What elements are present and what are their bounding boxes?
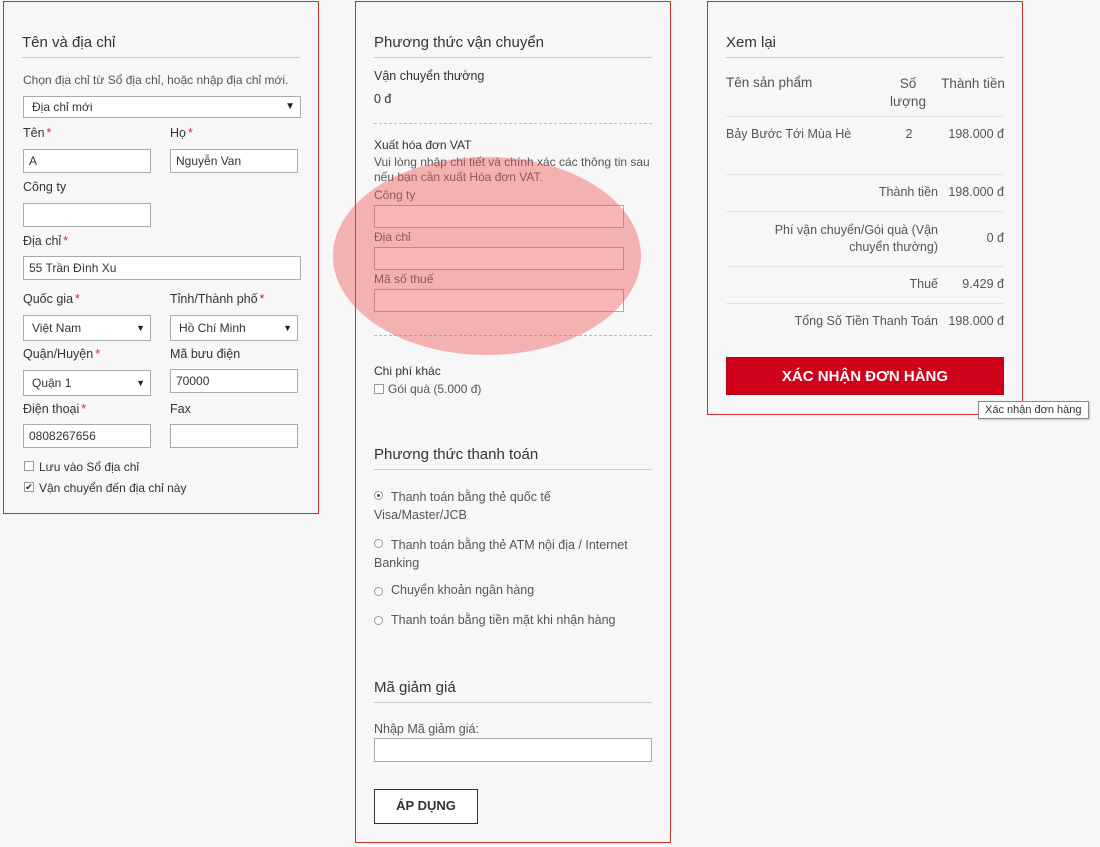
district-label: Quận/Huyện * bbox=[23, 347, 101, 361]
confirm-order-tooltip: Xác nhận đơn hàng bbox=[978, 401, 1089, 419]
gift-wrap-label: Gói quà (5.000 đ) bbox=[388, 382, 482, 396]
vat-address-label: Địa chỉ bbox=[374, 230, 411, 244]
vat-hint: Vui lòng nhập chi tiết và chính xác các … bbox=[374, 155, 650, 184]
shipping-fee-label: Phí vận chuyển/Gói quà (Vận chuyển thườn… bbox=[774, 223, 938, 254]
coupon-label: Nhập Mã giảm giá: bbox=[374, 722, 479, 736]
shipping-fee-value: 0 đ bbox=[986, 231, 1004, 245]
fax-label: Fax bbox=[170, 402, 191, 416]
chevron-down-icon: ▼ bbox=[136, 323, 145, 333]
col-product-header: Tên sản phẩm bbox=[726, 75, 813, 90]
review-panel: Xem lại Tên sản phẩm Số lượng Thành tiền… bbox=[707, 1, 1023, 415]
city-label: Tỉnh/Thành phố * bbox=[170, 292, 265, 306]
vat-tax-input[interactable] bbox=[374, 289, 624, 312]
district-select-value: Quận 1 bbox=[32, 376, 72, 390]
subtotal-value: 198.000 đ bbox=[948, 185, 1004, 199]
shipping-panel: Phương thức vận chuyển Vận chuyển thường… bbox=[355, 1, 671, 843]
chevron-down-icon: ▼ bbox=[283, 323, 292, 333]
address-title: Tên và địa chỉ bbox=[22, 34, 300, 58]
divider bbox=[726, 174, 1004, 175]
postcode-input[interactable]: 70000 bbox=[170, 369, 298, 393]
country-select-value: Việt Nam bbox=[32, 321, 82, 335]
confirm-order-button[interactable]: XÁC NHẬN ĐƠN HÀNG bbox=[726, 357, 1004, 395]
col-qty-header: Số lượng bbox=[890, 76, 926, 109]
payment-option-radio[interactable] bbox=[374, 587, 383, 596]
ship-here-checkbox[interactable]: ✔ bbox=[24, 482, 34, 492]
payment-option-label: Thanh toán bằng thẻ quốc tế Visa/Master/… bbox=[374, 490, 551, 522]
last-name-label: Họ * bbox=[170, 126, 193, 140]
shipping-title: Phương thức vận chuyển bbox=[374, 34, 652, 58]
payment-title: Phương thức thanh toán bbox=[374, 446, 652, 470]
tax-value: 9.429 đ bbox=[962, 277, 1004, 291]
grand-total-value: 198.000 đ bbox=[948, 314, 1004, 328]
last-name-input[interactable]: Nguyễn Van bbox=[170, 149, 298, 173]
payment-option-radio[interactable] bbox=[374, 616, 383, 625]
vat-company-label: Công ty bbox=[374, 188, 416, 202]
chevron-down-icon: ▼ bbox=[285, 101, 295, 112]
address-book-select[interactable]: Địa chỉ mới ▼ bbox=[23, 96, 301, 118]
vat-tax-label: Mã số thuế bbox=[374, 272, 434, 286]
country-select[interactable]: Việt Nam ▼ bbox=[23, 315, 151, 341]
save-address-checkbox[interactable] bbox=[24, 461, 34, 471]
divider bbox=[726, 116, 1004, 117]
payment-option-label: Chuyển khoản ngân hàng bbox=[391, 583, 535, 597]
divider bbox=[726, 303, 1004, 304]
first-name-label: Tên * bbox=[23, 126, 52, 140]
other-fees-title: Chi phí khác bbox=[374, 364, 441, 378]
coupon-title: Mã giảm giá bbox=[374, 679, 652, 703]
street-label: Địa chỉ * bbox=[23, 234, 69, 248]
payment-option-label: Thanh toán bằng thẻ ATM nội địa / Intern… bbox=[374, 538, 628, 570]
subtotal-label: Thành tiền bbox=[878, 185, 938, 199]
apply-coupon-button[interactable]: ÁP DỤNG bbox=[374, 789, 478, 824]
item-name: Bảy Bước Tới Mùa Hè bbox=[726, 127, 852, 141]
divider bbox=[726, 266, 1004, 267]
phone-input[interactable]: 0808267656 bbox=[23, 424, 151, 448]
divider bbox=[374, 123, 652, 124]
city-select[interactable]: Hồ Chí Minh ▼ bbox=[170, 315, 298, 341]
country-label: Quốc gia * bbox=[23, 292, 80, 306]
fax-input[interactable] bbox=[170, 424, 298, 448]
save-address-label: Lưu vào Sổ địa chỉ bbox=[39, 460, 140, 474]
company-label: Công ty bbox=[23, 180, 67, 194]
vat-company-input[interactable] bbox=[374, 205, 624, 228]
street-input[interactable]: 55 Trần Đình Xu bbox=[23, 256, 301, 280]
address-hint: Chọn địa chỉ từ Sổ địa chỉ, hoặc nhập đị… bbox=[23, 73, 289, 87]
gift-wrap-checkbox[interactable] bbox=[374, 384, 384, 394]
ship-here-label: Vận chuyển đến địa chỉ này bbox=[39, 481, 187, 495]
shipping-price: 0 đ bbox=[374, 92, 392, 106]
chevron-down-icon: ▼ bbox=[136, 378, 145, 388]
item-qty: 2 bbox=[905, 127, 913, 141]
divider bbox=[726, 211, 1004, 212]
tax-label: Thuế bbox=[909, 277, 939, 291]
payment-option-label: Thanh toán bằng tiền mặt khi nhận hàng bbox=[391, 613, 616, 627]
first-name-input[interactable]: A bbox=[23, 149, 151, 173]
item-total: 198.000 đ bbox=[948, 127, 1004, 141]
address-panel: Tên và địa chỉ Chọn địa chỉ từ Sổ địa ch… bbox=[3, 1, 319, 514]
district-select[interactable]: Quận 1 ▼ bbox=[23, 370, 151, 396]
vat-title: Xuất hóa đơn VAT bbox=[374, 138, 472, 152]
company-input[interactable] bbox=[23, 203, 151, 227]
city-select-value: Hồ Chí Minh bbox=[179, 321, 246, 335]
address-book-select-value: Địa chỉ mới bbox=[32, 100, 93, 114]
coupon-input[interactable] bbox=[374, 738, 652, 762]
divider bbox=[374, 335, 652, 336]
review-title: Xem lại bbox=[726, 34, 1004, 58]
grand-total-label: Tổng Số Tiền Thanh Toán bbox=[794, 314, 938, 328]
postcode-label: Mã bưu điện bbox=[170, 347, 241, 361]
phone-label: Điện thoại * bbox=[23, 402, 87, 416]
shipping-method: Vận chuyển thường bbox=[374, 69, 485, 83]
col-total-header: Thành tiền bbox=[941, 76, 1005, 91]
vat-address-input[interactable] bbox=[374, 247, 624, 270]
